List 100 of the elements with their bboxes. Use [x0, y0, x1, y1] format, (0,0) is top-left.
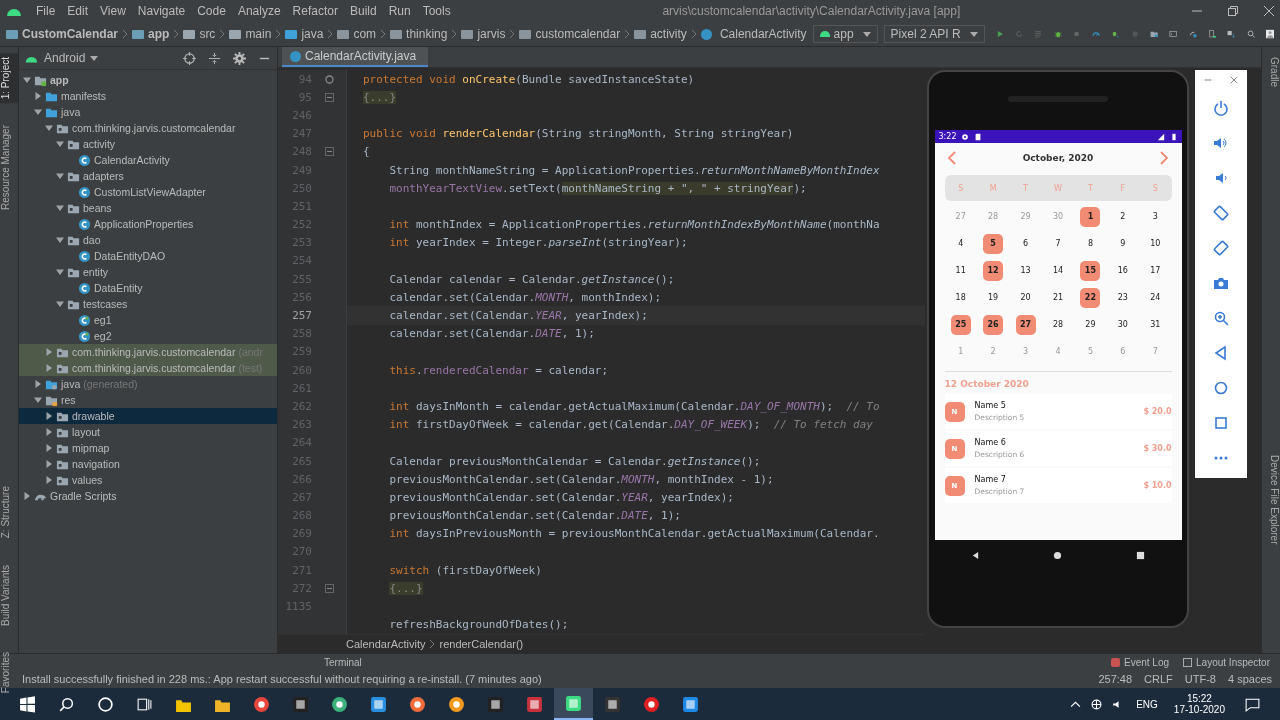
calendar-day[interactable]: 25 [950, 314, 971, 335]
tree-row[interactable]: java (generated) [19, 376, 277, 392]
tree-row[interactable]: res [19, 392, 277, 408]
volume-up-icon[interactable] [1213, 135, 1229, 151]
rotate-left-icon[interactable] [1213, 205, 1229, 221]
menu-item[interactable]: Code [191, 4, 232, 18]
calendar-day[interactable]: 24 [1145, 287, 1166, 308]
close-icon[interactable] [1264, 6, 1274, 16]
collapse-icon[interactable] [208, 51, 221, 65]
breadcrumb-item[interactable]: jarvis [461, 27, 506, 41]
calendar-day[interactable]: 3 [1015, 341, 1036, 362]
tool-window-tab[interactable]: Gradle [1262, 53, 1280, 91]
menu-item[interactable]: Analyze [231, 4, 287, 18]
tree-row[interactable]: eg1 [19, 312, 277, 328]
expanded-arrow-icon[interactable] [56, 172, 64, 180]
volume-down-icon[interactable] [1213, 170, 1229, 186]
calendar-day[interactable]: 20 [1015, 287, 1036, 308]
calendar-day[interactable]: 22 [1080, 287, 1101, 308]
tree-row[interactable]: java [19, 104, 277, 120]
calendar-day[interactable]: 30 [1048, 206, 1068, 227]
tree-row[interactable]: entity [19, 264, 277, 280]
tree-row[interactable]: ApplicationProperties [19, 216, 277, 232]
calendar-day[interactable]: 19 [983, 287, 1004, 308]
file-encoding[interactable]: UTF-8 [1184, 673, 1216, 685]
calendar-day[interactable]: 28 [1048, 314, 1068, 335]
line-separator[interactable]: CRLF [1144, 673, 1173, 685]
tool-window-tab[interactable]: Device File Explorer [1262, 451, 1280, 549]
calendar-day[interactable]: 2 [983, 341, 1004, 362]
close-icon[interactable] [1230, 76, 1238, 84]
home-icon[interactable] [1053, 550, 1063, 560]
tool-window-tab[interactable]: Z: Structure [0, 482, 18, 543]
breadcrumb-item[interactable]: renderCalendar() [439, 638, 524, 650]
rotate-right-icon[interactable] [1213, 240, 1229, 256]
breadcrumb-item[interactable]: thinking [390, 27, 448, 41]
collapsed-arrow-icon[interactable] [45, 460, 53, 468]
overview-icon[interactable] [1135, 550, 1145, 560]
collapsed-arrow-icon[interactable] [45, 476, 53, 484]
expanded-arrow-icon[interactable] [56, 236, 64, 244]
tree-row[interactable]: values [19, 472, 277, 488]
tool-window-tab[interactable]: Favorites [0, 647, 18, 697]
menu-item[interactable]: View [94, 4, 132, 18]
calendar-day[interactable]: 8 [1080, 233, 1101, 254]
calendar-day[interactable]: 4 [1048, 341, 1068, 362]
windows-start-icon[interactable] [19, 695, 36, 713]
calendar-day[interactable]: 10 [1145, 233, 1166, 254]
device-dropdown[interactable]: Pixel 2 API R [883, 25, 985, 43]
fold-icon[interactable] [324, 583, 334, 593]
breadcrumb-item[interactable]: CalendarActivity [346, 638, 426, 650]
expanded-arrow-icon[interactable] [56, 204, 64, 212]
tree-row[interactable]: activity [19, 136, 277, 152]
taskbar-button[interactable] [554, 688, 593, 720]
collapsed-arrow-icon[interactable] [45, 428, 53, 436]
tool-window-tab[interactable]: Resource Manager [0, 121, 18, 215]
breadcrumb-item[interactable]: app [132, 27, 170, 41]
calendar-day[interactable]: 14 [1048, 260, 1068, 281]
breadcrumb-item[interactable]: com [337, 27, 377, 41]
tree-row[interactable]: CalendarActivity [19, 152, 277, 168]
calendar-day[interactable]: 23 [1112, 287, 1133, 308]
breadcrumb-item[interactable]: main [229, 27, 272, 41]
tree-row[interactable]: app [19, 72, 277, 88]
tree-row[interactable]: adapters [19, 168, 277, 184]
indent-setting[interactable]: 4 spaces [1227, 673, 1272, 685]
tree-row[interactable]: drawable [19, 408, 277, 424]
collapsed-arrow-icon[interactable] [45, 348, 53, 356]
target-icon[interactable] [183, 51, 196, 65]
caret-up-icon[interactable] [1070, 698, 1082, 710]
caret-position[interactable]: 257:48 [1098, 673, 1133, 685]
tree-row[interactable]: layout [19, 424, 277, 440]
menu-item[interactable]: Build [343, 4, 383, 18]
expanded-arrow-icon[interactable] [56, 140, 64, 148]
tool-window-tab[interactable]: Event Log [1111, 656, 1170, 668]
search-icon[interactable] [58, 695, 75, 713]
tree-row[interactable]: Gradle Scripts [19, 488, 277, 504]
expanded-arrow-icon[interactable] [56, 268, 64, 276]
project-view-dropdown[interactable]: Android [44, 51, 99, 65]
calendar-day[interactable]: 1 [1080, 206, 1101, 227]
run-config-dropdown[interactable]: app [812, 25, 878, 43]
calendar-day[interactable]: 7 [1048, 233, 1068, 254]
calendar-day[interactable]: 6 [1015, 233, 1036, 254]
tree-row[interactable]: DataEntity [19, 280, 277, 296]
device-manager-icon[interactable] [1207, 27, 1217, 41]
calendar-day[interactable]: 2 [1112, 206, 1133, 227]
camera-icon[interactable] [1213, 275, 1229, 291]
breadcrumb-item[interactable]: java [285, 27, 324, 41]
calendar-day[interactable]: 29 [1080, 314, 1101, 335]
calendar-day[interactable]: 6 [1112, 341, 1133, 362]
expanded-arrow-icon[interactable] [56, 300, 64, 308]
calendar-day[interactable]: 31 [1145, 314, 1166, 335]
tree-row[interactable]: beans [19, 200, 277, 216]
tree-row[interactable]: dao [19, 232, 277, 248]
calendar-day[interactable]: 30 [1112, 314, 1133, 335]
back-icon[interactable] [971, 550, 981, 560]
clock-date[interactable]: 17-10-2020 [1173, 704, 1225, 715]
override-icon[interactable] [324, 74, 334, 84]
calendar-day[interactable]: 17 [1145, 260, 1166, 281]
calendar-day[interactable]: 18 [950, 287, 971, 308]
expanded-arrow-icon[interactable] [34, 396, 42, 404]
calendar-day[interactable]: 4 [950, 233, 971, 254]
calendar-day[interactable]: 27 [1015, 314, 1036, 335]
collapsed-arrow-icon[interactable] [45, 444, 53, 452]
